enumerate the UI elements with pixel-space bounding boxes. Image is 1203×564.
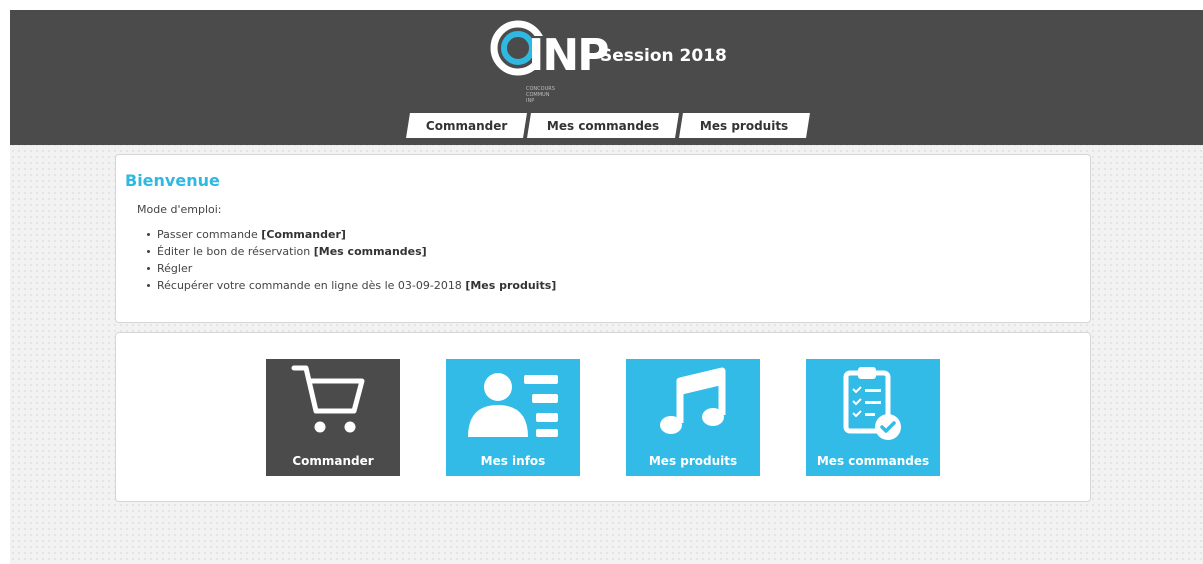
clipboard-check-icon (843, 367, 901, 440)
tab-label: Mes produits (700, 118, 789, 133)
page-background: INP Session 2018 CONCOURS COMMUN INP Com… (10, 10, 1203, 564)
list-item: Régler (146, 260, 556, 277)
tab-mes-produits[interactable]: Mes produits (679, 113, 810, 138)
tile-label: Commander (292, 454, 374, 468)
instructions-label: Mode d'emploi: (137, 203, 222, 216)
shortcut-panel: Commander Mes infos Mes produits Mes com… (115, 332, 1091, 502)
tile-mes-infos[interactable]: Mes infos (446, 359, 580, 476)
music-note-icon (660, 367, 726, 434)
welcome-title: Bienvenue (125, 171, 220, 190)
logo-subtext: CONCOURS COMMUN INP (526, 86, 555, 104)
tab-label: Mes commandes (546, 118, 660, 133)
inp-logo[interactable]: INP Session 2018 CONCOURS COMMUN INP (488, 14, 728, 116)
tile-label: Mes commandes (816, 454, 930, 468)
tab-commander[interactable]: Commander (406, 113, 527, 138)
tile-label: Mes infos (480, 454, 546, 468)
header-bar: INP Session 2018 CONCOURS COMMUN INP Com… (10, 10, 1203, 145)
tile-commander[interactable]: Commander (266, 359, 400, 476)
list-item: Passer commande [Commander] (146, 226, 556, 243)
list-item: Récupérer votre commande en ligne dès le… (146, 277, 556, 294)
link-mes-commandes[interactable]: [Mes commandes] (314, 245, 427, 258)
link-mes-produits[interactable]: [Mes produits] (465, 279, 556, 292)
logo-text: INP (528, 30, 609, 81)
user-list-icon (468, 373, 558, 437)
tile-mes-produits[interactable]: Mes produits (626, 359, 760, 476)
cart-icon (291, 365, 365, 433)
tab-label: Commander (425, 118, 508, 133)
session-label: Session 2018 (600, 46, 727, 66)
tile-mes-commandes[interactable]: Mes commandes (806, 359, 940, 476)
tab-mes-commandes[interactable]: Mes commandes (527, 113, 679, 138)
instructions-list: Passer commande [Commander] Éditer le bo… (146, 226, 556, 294)
welcome-panel: Bienvenue Mode d'emploi: Passer commande… (115, 154, 1091, 323)
list-item: Éditer le bon de réservation [Mes comman… (146, 243, 556, 260)
link-commander[interactable]: [Commander] (261, 228, 346, 241)
tile-label: Mes produits (648, 454, 738, 468)
